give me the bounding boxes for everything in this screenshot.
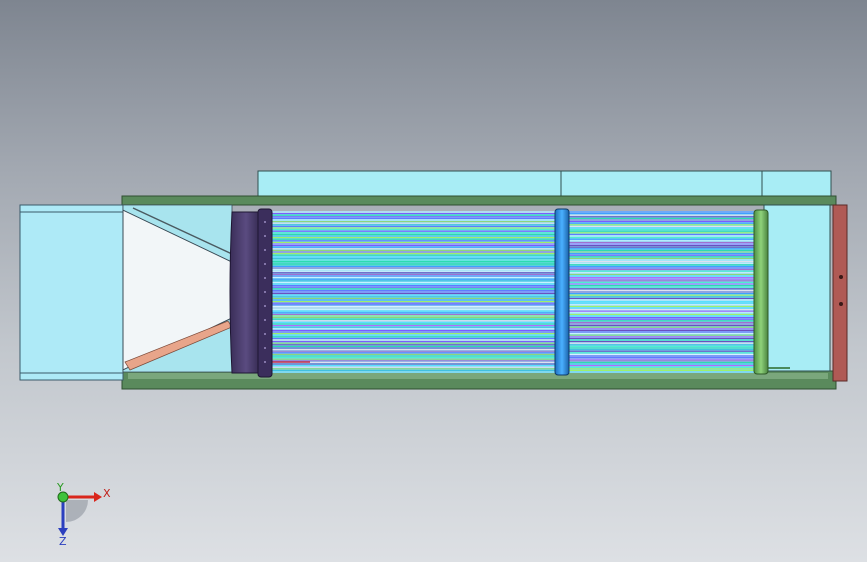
bolt-icon [264,333,266,335]
bolt-icon [264,249,266,251]
bolt-icon [264,221,266,223]
green-support-ring [753,209,769,375]
outlet-chamber [763,204,831,372]
z-axis-label: Z [59,535,67,548]
x-axis-label: X [103,487,111,500]
end-plate [832,204,848,382]
bolt-icon [264,319,266,321]
bolt-icon [264,263,266,265]
bolt-icon [264,347,266,349]
top-frame-rail [121,195,837,206]
blue-support-ring [554,208,570,376]
fiber-bundle [268,211,758,373]
bolt-icon [264,361,266,363]
inlet-box [19,204,124,381]
y-axis-label: Y [56,481,64,494]
bolt-icon [264,305,266,307]
bolt-icon [839,275,843,279]
bolt-icon [839,302,843,306]
inlet-end-cap [229,211,263,374]
triad-shadow [66,500,88,522]
cad-viewport[interactable]: X Y Z [0,0,867,562]
upper-housing-panel [257,170,832,198]
bolt-icon [264,291,266,293]
bolt-icon [264,277,266,279]
bottom-frame-inner [128,373,828,379]
x-arrow-icon [94,492,102,502]
bolt-icon [264,235,266,237]
coordinate-triad: X Y Z [56,481,111,548]
